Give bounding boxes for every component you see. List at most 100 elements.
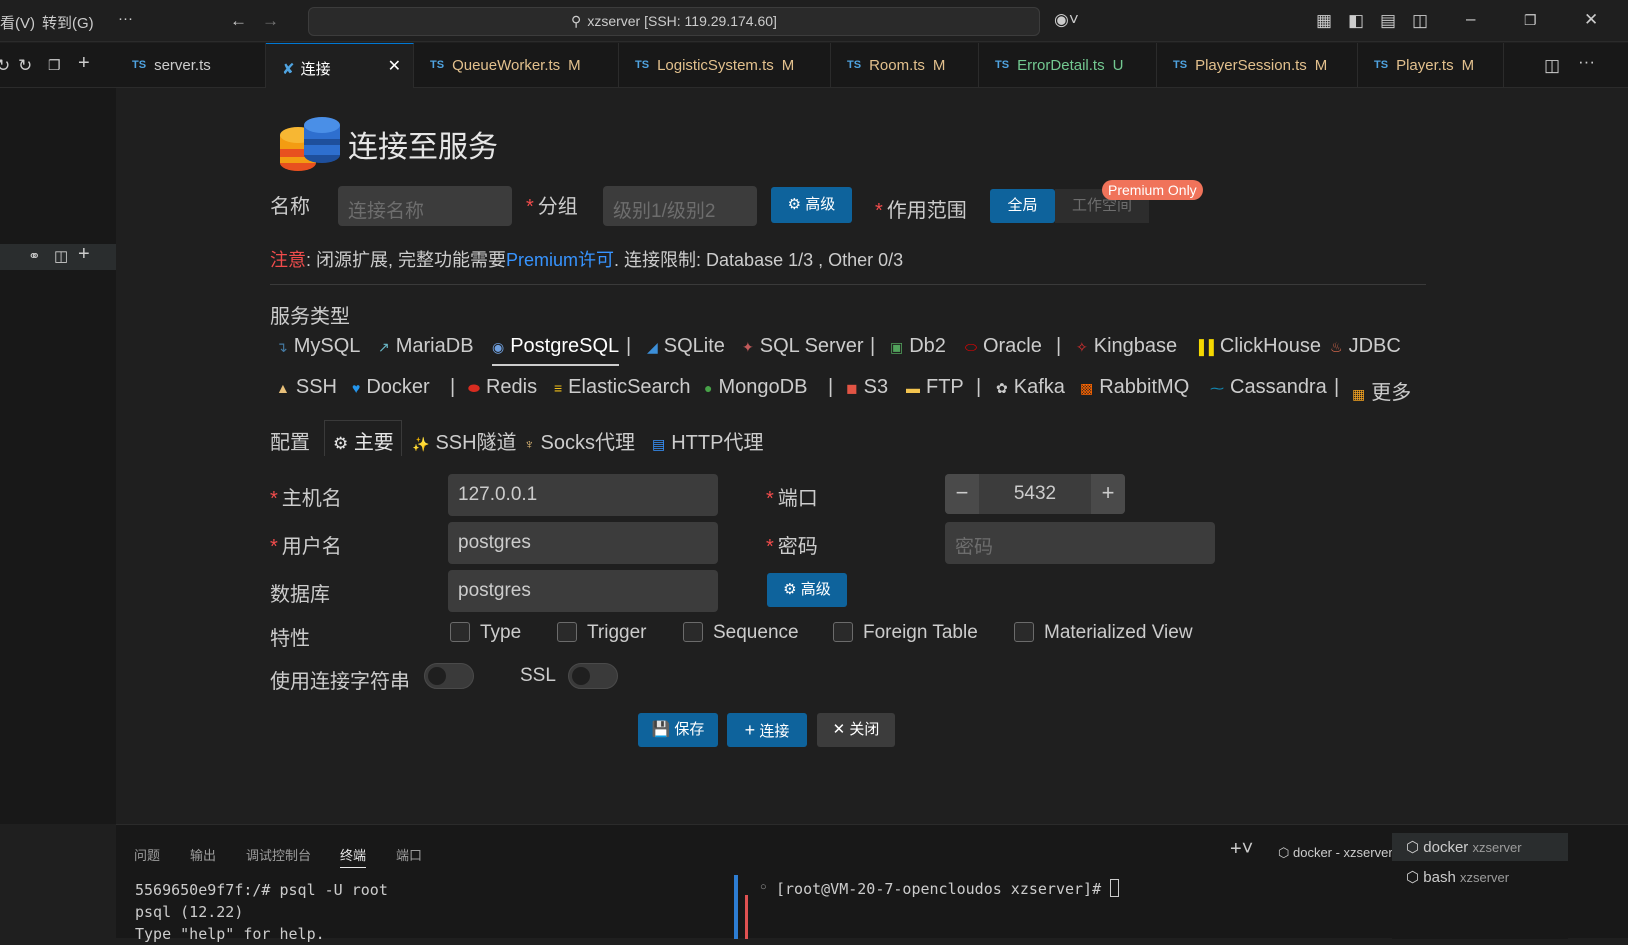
trigger-checkbox[interactable] [557,622,577,642]
service-kafka[interactable]: ✿ Kafka [996,376,1065,399]
search-icon: ⚲ [571,13,582,29]
refresh-icon[interactable]: ↻ [0,57,10,74]
copilot-icon[interactable]: ◉˅ [1054,11,1079,28]
decrement-button[interactable]: − [945,474,979,514]
config-tab-socks-proxy[interactable]: ♆ Socks代理 [524,426,635,455]
tab-terminal[interactable]: 终端 [340,845,367,868]
search-text: xzserver [SSH: 119.29.174.60] [587,13,777,29]
forward-arrow-icon[interactable]: → [262,12,279,29]
close-button[interactable]: ✕ 关闭 [817,713,895,747]
terminal-list: ⬡ docker xzserver ⬡ bash xzserver [1392,833,1568,939]
sequence-checkbox[interactable] [683,622,703,642]
typescript-icon: TS [1374,59,1389,71]
service-mongodb[interactable]: ● MongoDB [704,376,807,399]
service-redis[interactable]: ⬬ Redis [468,376,537,399]
service-db2[interactable]: ▣ Db2 [890,335,946,358]
terminal-divider [734,875,738,939]
toggle-panel-icon[interactable]: ▤ [1380,12,1396,29]
collapse-all-icon[interactable]: ❐ [48,57,61,74]
menu-goto[interactable]: 转到(G) [42,12,94,33]
host-input[interactable]: 127.0.0.1 [448,474,718,516]
service-postgresql[interactable]: ◉ PostgreSQL [492,335,620,366]
tab-output[interactable]: 输出 [190,845,216,864]
minimize-icon[interactable]: – [1466,10,1475,27]
tab-debug-console[interactable]: 调试控制台 [246,845,311,864]
terminal-left-output[interactable]: 5569650e9f7f:/# psql -U root psql (12.22)… [135,879,388,945]
toggle-secondary-sidebar-icon[interactable]: ◫ [1412,12,1428,29]
tab-player-ts[interactable]: TS Player.ts M [1358,43,1504,88]
back-arrow-icon[interactable]: ← [230,12,247,29]
service-cassandra[interactable]: ⁓ Cassandra [1210,376,1327,399]
tab-logisticsystem-ts[interactable]: TS LogisticSystem.ts M [619,43,831,88]
tab-playersession-ts[interactable]: TS PlayerSession.ts M [1157,43,1358,88]
tab-ports[interactable]: 端口 [396,845,422,864]
foreign-table-checkbox[interactable] [833,622,853,642]
tab-room-ts[interactable]: TS Room.ts M [831,43,979,88]
ssl-toggle[interactable] [568,663,618,689]
service-jdbc[interactable]: ♨ JDBC [1330,335,1401,358]
tab-server-ts[interactable]: TS server.ts [116,43,266,88]
tab-problems[interactable]: 问题 [134,845,160,864]
tab-errordetail-ts[interactable]: TS ErrorDetail.ts U [979,43,1157,88]
command-center-search[interactable]: ⚲ xzserver [SSH: 119.29.174.60] [308,7,1040,36]
split-editor-icon[interactable]: ◫ [1544,57,1560,74]
terminal-right-output[interactable]: [root@VM-20-7-opencloudos xzserver]# [776,879,1120,898]
new-terminal-icon[interactable]: +˅ [1230,839,1253,859]
save-button[interactable]: 💾 保存 [638,713,718,747]
database-advanced-button[interactable]: ⚙ 高级 [767,573,847,607]
materialized-view-checkbox[interactable] [1014,622,1034,642]
service-more[interactable]: ▦ 更多 [1352,376,1411,405]
toggle-sidebar-icon[interactable]: ◧ [1348,12,1364,29]
service-ftp[interactable]: ▬ FTP [906,376,964,399]
config-label: 配置 [270,432,310,454]
close-tab-icon[interactable]: ✕ [388,56,401,76]
service-s3[interactable]: ◼ S3 [846,376,888,399]
service-ssh[interactable]: ▲ SSH [276,376,337,399]
config-tab-http-proxy[interactable]: ▤ HTTP代理 [652,426,763,455]
database-input[interactable]: postgres [448,570,718,612]
group-input[interactable]: 级别1/级别2 [603,186,757,226]
add-connection-icon[interactable]: + [78,244,90,264]
connection-string-toggle[interactable] [424,663,474,689]
terminal-list-item-bash[interactable]: ⬡ bash xzserver [1392,863,1568,891]
port-stepper[interactable]: − 5432 + [945,474,1125,514]
new-folder-icon[interactable]: ◫ [54,248,68,265]
scope-global-button[interactable]: 全局 [990,189,1055,223]
tab-connection[interactable]: ✘ 连接 ✕ [266,43,414,88]
refresh-explorer-icon[interactable]: ↻ [18,57,32,74]
restore-icon[interactable]: ❐ [1524,12,1537,29]
advanced-button[interactable]: ⚙ 高级 [771,187,852,223]
terminal-list-item-docker[interactable]: ⬡ docker xzserver [1392,833,1568,861]
service-sqlite[interactable]: ◢ SQLite [647,335,725,358]
type-checkbox[interactable] [450,622,470,642]
separator: | [1056,335,1062,357]
increment-button[interactable]: + [1091,474,1125,514]
service-mariadb[interactable]: ↗ MariaDB [378,335,474,358]
service-rabbitmq[interactable]: ▩ RabbitMQ [1080,376,1189,399]
link-icon[interactable]: ⚭ [28,248,41,265]
close-window-icon[interactable]: ✕ [1584,11,1598,28]
tab-label: server.ts [154,57,211,74]
service-oracle[interactable]: ⬭ Oracle [965,335,1042,358]
service-mysql[interactable]: ↴ MySQL [276,335,360,358]
service-docker[interactable]: ♥ Docker [352,376,430,399]
connect-button[interactable]: + 连接 [727,713,807,747]
username-input[interactable]: postgres [448,522,718,564]
menu-more[interactable]: ··· [118,10,133,27]
sidebar-selected-row[interactable]: ⚭ ◫ + [0,244,116,270]
service-clickhouse[interactable]: ▐▐ ClickHouse [1194,335,1321,358]
port-input[interactable]: 5432 [979,474,1091,514]
name-input[interactable]: 连接名称 [338,186,512,226]
config-tab-main[interactable]: ⚙ 主要 [324,420,402,456]
password-input[interactable]: 密码 [945,522,1215,564]
more-actions-icon[interactable]: ··· [1578,53,1595,70]
config-tab-ssh-tunnel[interactable]: ✨ SSH隧道 [412,426,517,455]
service-sqlserver[interactable]: ✦ SQL Server [742,335,863,358]
add-icon[interactable]: + [78,53,90,73]
tab-queueworker-ts[interactable]: TS QueueWorker.ts M [414,43,619,88]
service-kingbase[interactable]: ✧ Kingbase [1076,335,1177,358]
premium-link[interactable]: Premium许可 [506,250,614,270]
customize-layout-icon[interactable]: ▦ [1316,12,1332,29]
menu-view[interactable]: 看(V) [0,12,35,33]
service-elasticsearch[interactable]: ≡ ElasticSearch [554,376,690,399]
